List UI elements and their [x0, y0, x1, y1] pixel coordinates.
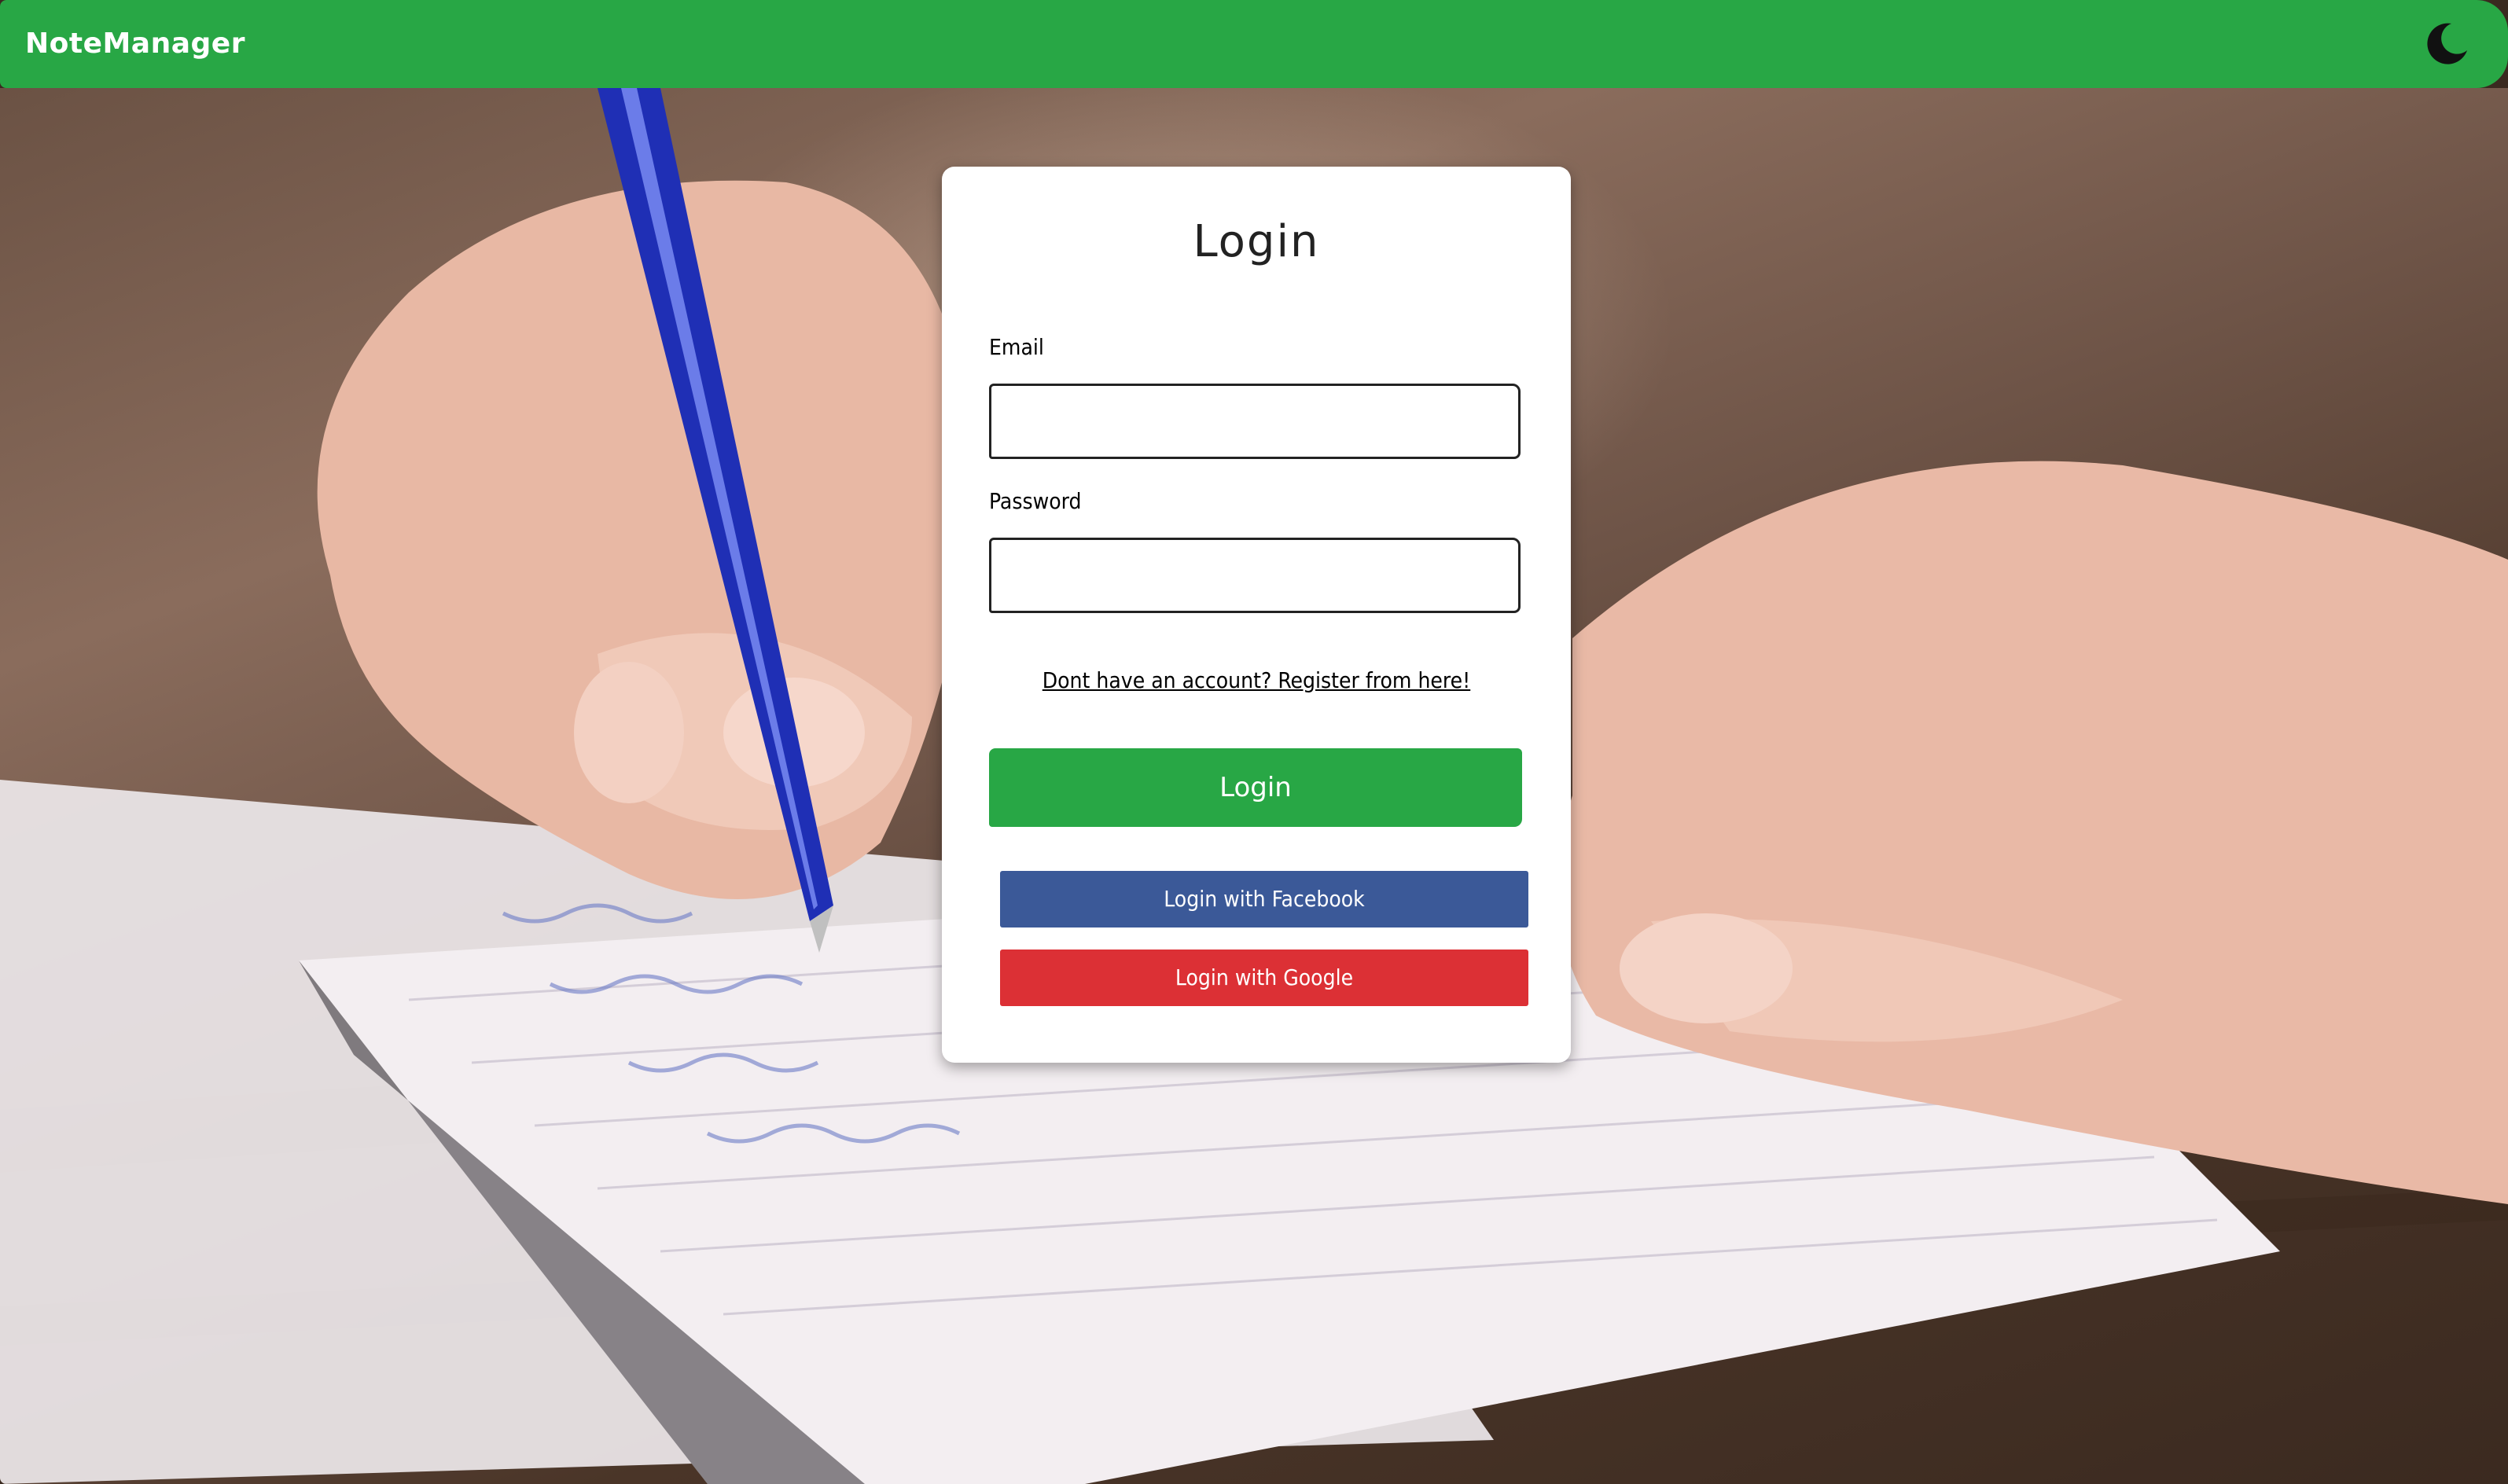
login-with-google-button[interactable]: Login with Google: [1000, 950, 1528, 1006]
brand-logo-text[interactable]: NoteManager: [25, 22, 245, 66]
password-label: Password: [989, 488, 1082, 514]
login-button[interactable]: Login: [989, 748, 1522, 827]
moon-icon[interactable]: [2422, 19, 2472, 69]
login-title: Login: [1193, 216, 1320, 267]
password-input[interactable]: [989, 538, 1521, 613]
app-window: NoteManager Login Email Password Dont ha…: [0, 0, 2508, 1484]
email-label: Email: [989, 334, 1044, 360]
login-with-facebook-button[interactable]: Login with Facebook: [1000, 871, 1528, 928]
login-card: Login Email Password Dont have an accoun…: [942, 167, 1571, 1063]
register-link[interactable]: Dont have an account? Register from here…: [942, 665, 1571, 696]
email-input[interactable]: [989, 384, 1521, 459]
dark-mode-toggle-icon: [2427, 23, 2467, 64]
navbar: NoteManager: [0, 0, 2508, 88]
